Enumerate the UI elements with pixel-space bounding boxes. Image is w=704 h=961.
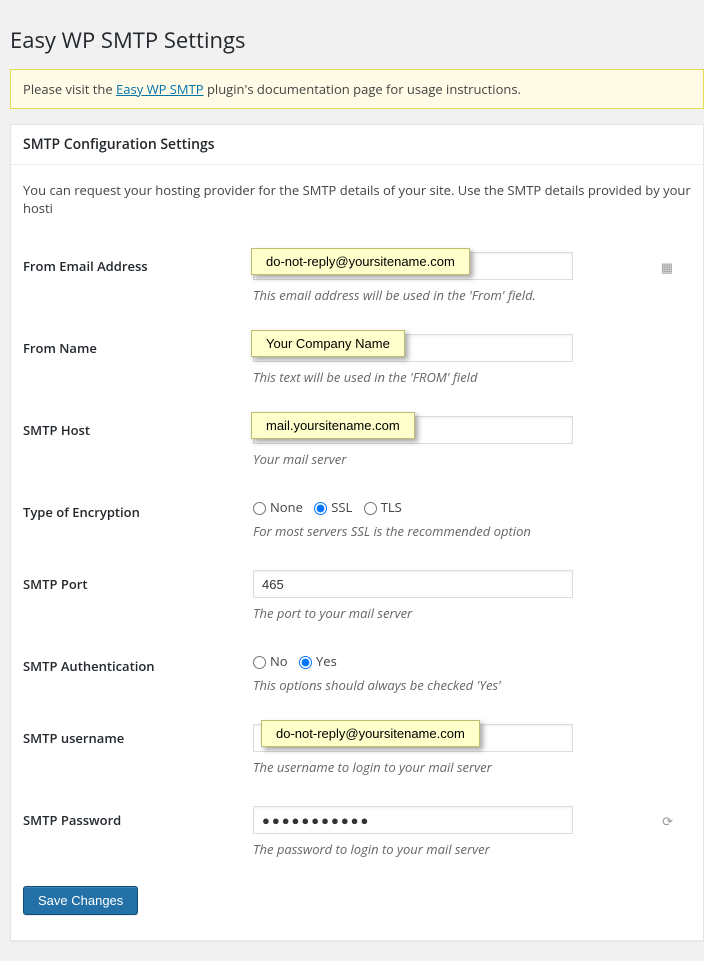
encryption-radios: None SSL TLS	[253, 498, 681, 516]
smtp-auth-option-no[interactable]: No	[253, 652, 288, 670]
smtp-auth-desc: This options should always be checked 'Y…	[253, 676, 681, 694]
notice-pre: Please visit the	[23, 80, 116, 98]
from-name-input[interactable]	[253, 334, 573, 362]
page-title: Easy WP SMTP Settings	[10, 16, 704, 59]
notice-post: plugin's documentation page for usage in…	[204, 80, 521, 98]
smtp-host-desc: Your mail server	[253, 450, 681, 468]
doc-notice: Please visit the Easy WP SMTP plugin's d…	[10, 69, 704, 109]
encryption-label: Type of Encryption	[23, 483, 253, 555]
from-name-desc: This text will be used in the 'FROM' fie…	[253, 368, 681, 386]
from-name-label: From Name	[23, 319, 253, 401]
encryption-radio-ssl[interactable]	[314, 502, 327, 515]
smtp-auth-radios: No Yes	[253, 652, 681, 670]
from-email-label: From Email Address	[23, 237, 253, 319]
smtp-pass-label: SMTP Password	[23, 791, 253, 873]
section-description: You can request your hosting provider fo…	[23, 181, 691, 217]
from-email-desc: This email address will be used in the '…	[253, 286, 681, 304]
save-button[interactable]: Save Changes	[23, 886, 138, 915]
smtp-user-label: SMTP username	[23, 709, 253, 791]
smtp-port-input[interactable]	[253, 570, 573, 598]
encryption-none-text: None	[270, 498, 303, 516]
smtp-host-label: SMTP Host	[23, 401, 253, 483]
encryption-radio-none[interactable]	[253, 502, 266, 515]
smtp-host-input[interactable]	[253, 416, 573, 444]
encryption-radio-tls[interactable]	[364, 502, 377, 515]
smtp-pass-input[interactable]	[253, 806, 573, 834]
password-manager-icon[interactable]: ⟳	[662, 812, 673, 830]
doc-link[interactable]: Easy WP SMTP	[116, 80, 204, 98]
smtp-auth-radio-no[interactable]	[253, 656, 266, 669]
from-email-input[interactable]	[253, 252, 573, 280]
smtp-auth-option-yes[interactable]: Yes	[299, 652, 337, 670]
smtp-auth-no-text: No	[270, 652, 288, 670]
autofill-icon: ▦	[661, 258, 673, 276]
smtp-auth-radio-yes[interactable]	[299, 656, 312, 669]
encryption-tls-text: TLS	[381, 498, 402, 516]
settings-panel: SMTP Configuration Settings You can requ…	[10, 124, 704, 941]
smtp-auth-label: SMTP Authentication	[23, 637, 253, 709]
smtp-port-label: SMTP Port	[23, 555, 253, 637]
smtp-port-desc: The port to your mail server	[253, 604, 681, 622]
encryption-option-none[interactable]: None	[253, 498, 303, 516]
smtp-user-input[interactable]	[253, 724, 573, 752]
section-heading: SMTP Configuration Settings	[11, 125, 703, 165]
encryption-option-tls[interactable]: TLS	[364, 498, 402, 516]
smtp-pass-desc: The password to login to your mail serve…	[253, 840, 681, 858]
smtp-auth-yes-text: Yes	[316, 652, 337, 670]
smtp-user-desc: The username to login to your mail serve…	[253, 758, 681, 776]
encryption-desc: For most servers SSL is the recommended …	[253, 522, 681, 540]
encryption-option-ssl[interactable]: SSL	[314, 498, 352, 516]
encryption-ssl-text: SSL	[331, 498, 352, 516]
